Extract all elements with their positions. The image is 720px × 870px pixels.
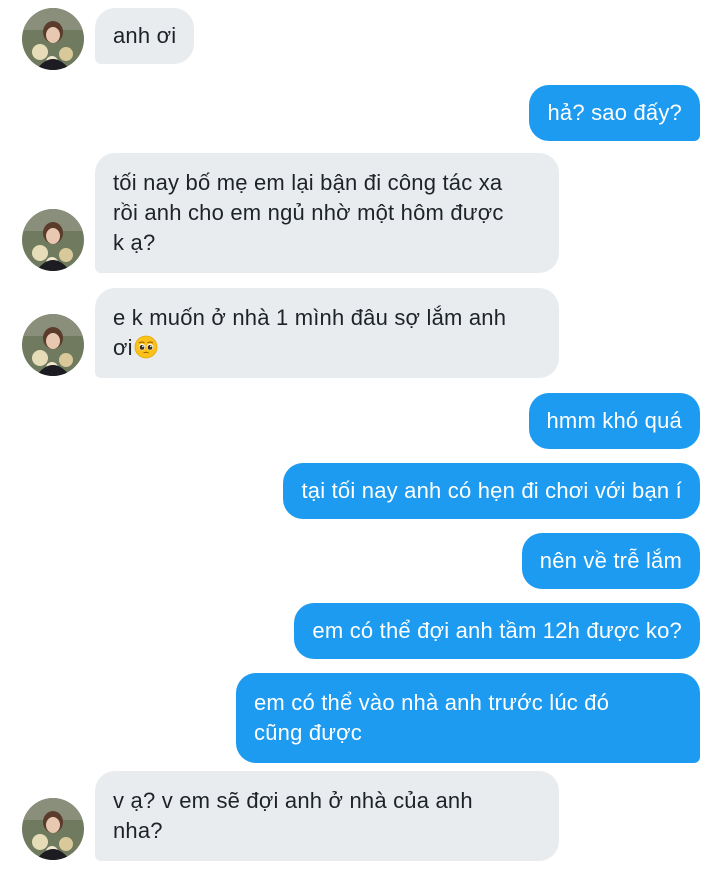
message-text: hmm khó quá: [546, 408, 682, 433]
message-bubble-outgoing[interactable]: em có thể vào nhà anh trước lúc đó cũng …: [236, 673, 700, 763]
avatar-photo: [22, 798, 84, 860]
message-bubble-outgoing[interactable]: tại tối nay anh có hẹn đi chơi với bạn í: [283, 463, 700, 519]
message-text-line: ơi: [113, 333, 541, 363]
avatar[interactable]: [22, 209, 84, 271]
message-text: nha?: [113, 818, 163, 843]
pleading-face-icon: [134, 335, 158, 359]
message-text: v ạ? v em sẽ đợi anh ở nhà của anh: [113, 788, 473, 813]
message-bubble-outgoing[interactable]: nên về trễ lắm: [521, 533, 700, 589]
message-bubble-outgoing[interactable]: hả? sao đấy?: [529, 85, 700, 141]
avatar-photo: [22, 209, 84, 271]
message-text: anh ơi: [113, 23, 177, 48]
message-text: tối nay bố mẹ em lại bận đi công tác xa: [113, 170, 503, 195]
message-text: ơi: [113, 335, 133, 360]
message-text: e k muốn ở nhà 1 mình đâu sợ lắm anh: [113, 305, 507, 330]
avatar[interactable]: [22, 314, 84, 376]
message-text: em có thể vào nhà anh trước lúc đó: [254, 690, 610, 715]
avatar-photo: [22, 314, 84, 376]
message-text: em có thể đợi anh tầm 12h được ko?: [312, 618, 682, 643]
message-text: k ạ?: [113, 230, 156, 255]
message-text: nên về trễ lắm: [539, 548, 682, 573]
message-text: cũng được: [254, 720, 363, 745]
message-bubble-incoming[interactable]: e k muốn ở nhà 1 mình đâu sợ lắm anh ơi: [95, 288, 559, 378]
message-text: rồi anh cho em ngủ nhờ một hôm được: [113, 200, 504, 225]
message-bubble-incoming[interactable]: v ạ? v em sẽ đợi anh ở nhà của anh nha?: [95, 771, 559, 861]
message-text: hả? sao đấy?: [547, 100, 682, 125]
avatar[interactable]: [22, 8, 84, 70]
message-bubble-outgoing[interactable]: hmm khó quá: [528, 393, 700, 449]
avatar-photo: [22, 8, 84, 70]
message-bubble-incoming[interactable]: anh ơi: [95, 8, 195, 64]
message-bubble-incoming[interactable]: tối nay bố mẹ em lại bận đi công tác xa …: [95, 153, 559, 273]
message-bubble-outgoing[interactable]: em có thể đợi anh tầm 12h được ko?: [294, 603, 700, 659]
message-text: tại tối nay anh có hẹn đi chơi với bạn í: [301, 478, 682, 503]
avatar[interactable]: [22, 798, 84, 860]
chat-thread: anh ơi hả? sao đấy? tối nay bố mẹ em lại…: [0, 0, 720, 870]
